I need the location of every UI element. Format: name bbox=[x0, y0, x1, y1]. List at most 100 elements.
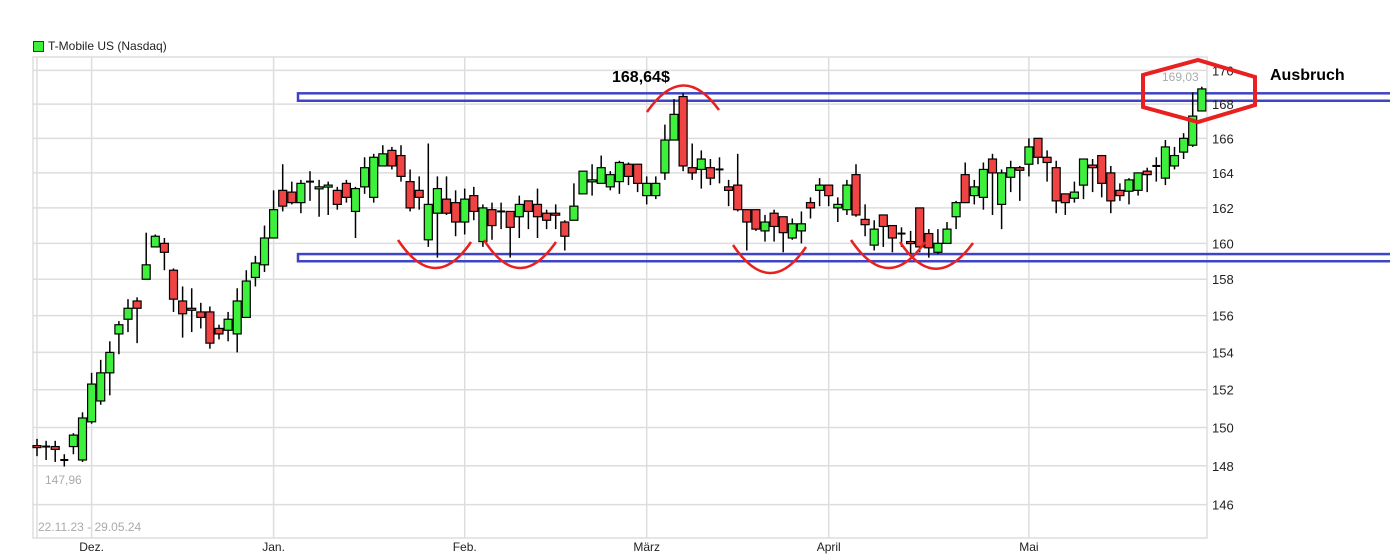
candle-down bbox=[1051, 167, 1061, 202]
candle-up bbox=[1178, 137, 1189, 153]
candles bbox=[32, 86, 1207, 467]
annotations: 168,64$ Ausbruch 169,03 147,96 22.11.23 … bbox=[38, 57, 1345, 534]
candle-down bbox=[205, 311, 215, 344]
candle-up bbox=[760, 221, 770, 232]
candle-down bbox=[414, 189, 424, 198]
candle-down bbox=[523, 200, 534, 213]
x-tick-label: März bbox=[633, 540, 660, 554]
candle-up bbox=[86, 383, 97, 423]
x-tick-label: Feb. bbox=[453, 540, 477, 554]
peak-label: 168,64$ bbox=[612, 69, 670, 86]
y-tick-label: 146 bbox=[1212, 498, 1234, 513]
candle-up bbox=[596, 167, 606, 184]
candle-up bbox=[814, 184, 825, 191]
candle-down bbox=[705, 167, 716, 179]
candle-up bbox=[1006, 167, 1016, 178]
y-tick-label: 168 bbox=[1212, 97, 1234, 112]
candle-down bbox=[532, 203, 543, 218]
y-tick-label: 160 bbox=[1212, 236, 1234, 251]
candle-down bbox=[32, 445, 42, 449]
candle-up bbox=[642, 182, 652, 197]
candle-down bbox=[723, 186, 734, 191]
candle-down bbox=[851, 174, 861, 216]
candle-up bbox=[869, 228, 879, 246]
candle-up bbox=[614, 161, 625, 183]
candle-down bbox=[987, 158, 998, 174]
candle-up bbox=[77, 417, 88, 461]
candle-up bbox=[241, 280, 251, 319]
candle-up bbox=[68, 434, 79, 448]
y-tick-label: 162 bbox=[1212, 201, 1234, 216]
candle-up bbox=[1160, 146, 1171, 179]
candle-up bbox=[696, 158, 706, 171]
candle-down bbox=[1106, 172, 1116, 202]
candle-down bbox=[178, 300, 188, 315]
y-tick-label: 166 bbox=[1212, 131, 1234, 146]
candle-up bbox=[150, 235, 160, 248]
candle-up bbox=[1133, 172, 1143, 191]
candle-up bbox=[1124, 179, 1134, 192]
candle-down bbox=[1042, 156, 1052, 164]
candle-up bbox=[1024, 146, 1034, 165]
candle-up bbox=[250, 262, 260, 279]
candle-up bbox=[796, 223, 807, 232]
candle-up bbox=[369, 156, 379, 198]
date-range-label: 22.11.23 - 29.05.24 bbox=[38, 520, 142, 534]
candle-down bbox=[915, 207, 925, 248]
candle-up bbox=[114, 324, 124, 335]
candle-up bbox=[1169, 154, 1180, 167]
candle-down bbox=[805, 202, 816, 209]
y-tick-label: 164 bbox=[1212, 166, 1234, 181]
candle-up bbox=[933, 242, 943, 253]
candle-down bbox=[451, 202, 461, 223]
candle-down bbox=[159, 242, 169, 253]
candle-down bbox=[405, 181, 415, 209]
candle-up bbox=[259, 237, 270, 266]
candle-up bbox=[269, 209, 279, 239]
candle-down bbox=[168, 269, 179, 300]
candle-up bbox=[996, 172, 1007, 205]
candle-down bbox=[742, 209, 752, 223]
arc-annotation bbox=[731, 244, 808, 275]
candle-up bbox=[141, 264, 151, 280]
x-axis: Dez. Jan. Feb. März April Mai bbox=[79, 540, 1038, 554]
candle-down bbox=[332, 189, 342, 205]
candle-up bbox=[660, 139, 670, 174]
candle-down bbox=[733, 184, 743, 211]
candle-up bbox=[1078, 158, 1089, 186]
candle-down bbox=[287, 191, 297, 204]
candle-down bbox=[1087, 164, 1098, 169]
x-tick-label: April bbox=[817, 540, 841, 554]
candle-down bbox=[687, 167, 697, 174]
candle-down bbox=[924, 232, 934, 249]
candle-down bbox=[50, 445, 60, 451]
candle-down bbox=[678, 95, 688, 167]
candle-up bbox=[787, 223, 797, 239]
candle-up bbox=[105, 351, 115, 374]
candle-up bbox=[1069, 191, 1080, 199]
candle-up bbox=[842, 184, 852, 211]
y-tick-label: 152 bbox=[1212, 383, 1234, 398]
candle-down bbox=[187, 307, 197, 311]
candle-up bbox=[432, 188, 442, 214]
candle-up bbox=[223, 318, 233, 331]
candle-up bbox=[605, 174, 615, 188]
candle-down bbox=[196, 311, 206, 319]
y-tick-label: 156 bbox=[1212, 309, 1234, 324]
candle-up bbox=[460, 198, 470, 223]
candle-down bbox=[541, 212, 552, 221]
x-tick-label: Jan. bbox=[262, 540, 285, 554]
candle-up bbox=[978, 168, 989, 198]
candle-down bbox=[341, 182, 351, 198]
candle-up bbox=[123, 307, 133, 320]
candle-up bbox=[669, 113, 679, 141]
candle-down bbox=[214, 327, 224, 335]
candle-down bbox=[778, 216, 788, 234]
candle-down bbox=[860, 218, 870, 226]
low-label: 147,96 bbox=[45, 473, 82, 487]
candle-down bbox=[960, 174, 970, 204]
candle-down bbox=[387, 149, 397, 167]
candle-down bbox=[878, 214, 888, 228]
grid bbox=[32, 56, 1208, 539]
x-tick-label: Mai bbox=[1019, 540, 1038, 554]
